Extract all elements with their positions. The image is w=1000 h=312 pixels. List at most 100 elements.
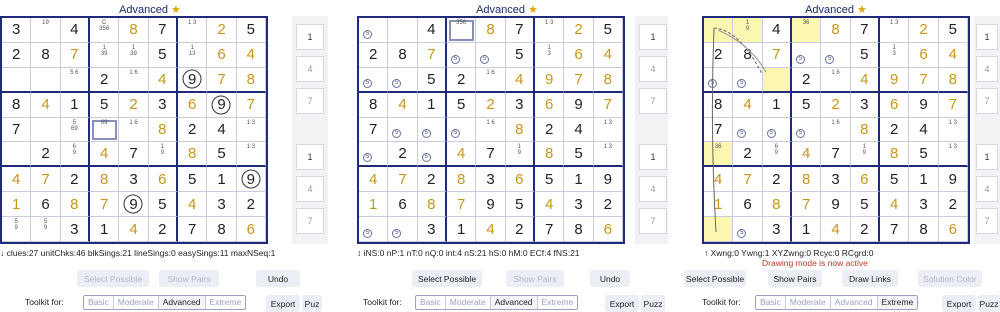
cell-r2c9[interactable]: 4 xyxy=(938,42,968,68)
cell-r9c5[interactable]: 4 xyxy=(821,217,851,242)
cell-r2c7[interactable]: 1 3 xyxy=(535,42,565,68)
keypad-1b[interactable]: 1 xyxy=(296,144,324,170)
cell-r8c8[interactable]: 3 xyxy=(564,192,594,218)
cell-r9c9[interactable]: 6 xyxy=(236,217,266,242)
cell-r1c2[interactable]: 1 9 xyxy=(733,18,763,43)
cell-r3c9[interactable]: 8 xyxy=(593,67,623,93)
cell-r5c1[interactable]: 7 xyxy=(2,117,32,143)
cell-r1c3[interactable]: 4 xyxy=(60,18,90,43)
cell-r9c5[interactable]: 4 xyxy=(119,217,149,242)
cell-r6c9[interactable]: 1 3 xyxy=(236,142,266,168)
cell-r9c3[interactable]: 3 xyxy=(417,217,447,242)
cell-r4c5[interactable]: 2 xyxy=(821,92,851,118)
cell-r2c1[interactable]: 2 xyxy=(359,42,389,68)
cell-r1c3[interactable]: 4 xyxy=(417,18,447,43)
puzzle-button[interactable]: Puzz xyxy=(641,295,665,312)
cell-r7c4[interactable]: 8 xyxy=(90,167,120,193)
cell-r1c4[interactable]: 356 xyxy=(447,18,477,43)
cell-r3c1[interactable]: 5 xyxy=(704,67,734,93)
keypad-7b[interactable]: 7 xyxy=(639,208,667,234)
cell-r8c4[interactable]: 7 xyxy=(792,192,822,218)
cell-r3c9[interactable]: 8 xyxy=(236,67,266,93)
cell-r7c9[interactable]: 9 xyxy=(236,167,266,193)
cell-r8c9[interactable]: 2 xyxy=(938,192,968,218)
cell-r4c1[interactable]: 8 xyxy=(2,92,32,118)
cell-r2c3[interactable]: 7 xyxy=(417,42,447,68)
cell-r5c8[interactable]: 4 xyxy=(564,117,594,143)
keypad-1b[interactable]: 1 xyxy=(976,144,998,170)
cell-r3c5[interactable]: 1 6 xyxy=(821,67,851,93)
cell-r9c1[interactable] xyxy=(704,217,734,242)
show-pairs-button[interactable]: Show Pairs xyxy=(506,270,564,287)
cell-r1c2[interactable] xyxy=(388,18,418,43)
cell-r2c4[interactable]: 5 xyxy=(792,42,822,68)
cell-r3c6[interactable]: 4 xyxy=(505,67,535,93)
cell-r2c7[interactable]: 1 13 xyxy=(178,42,208,68)
cell-r4c8[interactable]: 9 xyxy=(207,92,237,118)
level-basic[interactable]: Basic xyxy=(756,296,786,309)
solution-color-button[interactable]: Solution Color xyxy=(918,270,982,287)
cell-r9c2[interactable]: 5 xyxy=(733,217,763,242)
cell-r9c7[interactable]: 7 xyxy=(178,217,208,242)
keypad-7[interactable]: 7 xyxy=(296,88,324,114)
cell-r1c3[interactable]: 4 xyxy=(762,18,792,43)
cell-r8c8[interactable]: 3 xyxy=(207,192,237,218)
cell-r5c5[interactable]: 1 6 xyxy=(821,117,851,143)
show-pairs-button[interactable]: Show Pairs xyxy=(159,270,219,287)
cell-r4c7[interactable]: 6 xyxy=(535,92,565,118)
cell-r1c4[interactable]: 36 xyxy=(792,18,822,43)
cell-r5c2[interactable] xyxy=(31,117,61,143)
cell-r2c1[interactable]: 2 xyxy=(2,42,32,68)
cell-r2c5[interactable]: 5 xyxy=(476,42,506,68)
cell-r2c6[interactable]: 5 xyxy=(505,42,535,68)
keypad-4b[interactable]: 4 xyxy=(639,176,667,202)
toolkit-level-selector[interactable]: Basic Moderate Advanced Extreme xyxy=(415,295,579,310)
cell-r1c9[interactable]: 5 xyxy=(236,18,266,43)
level-extreme[interactable]: Extreme xyxy=(538,296,578,309)
cell-r3c7[interactable]: 9 xyxy=(535,67,565,93)
cell-r7c6[interactable]: 6 xyxy=(148,167,178,193)
cell-r2c3[interactable]: 7 xyxy=(762,42,792,68)
keypad-4b[interactable]: 4 xyxy=(296,176,324,202)
cell-r1c1[interactable]: 3 xyxy=(2,18,32,43)
cell-r3c7[interactable]: 9 xyxy=(880,67,910,93)
level-advanced[interactable]: Advanced xyxy=(490,296,538,309)
cell-r7c7[interactable]: 5 xyxy=(880,167,910,193)
cell-r7c1[interactable]: 4 xyxy=(359,167,389,193)
cell-r8c4[interactable]: 7 xyxy=(90,192,120,218)
keypad-4b[interactable]: 4 xyxy=(976,176,998,202)
keypad-1[interactable]: 1 xyxy=(976,24,998,50)
puzzle-button[interactable]: Puz xyxy=(302,295,322,312)
cell-r9c8[interactable]: 8 xyxy=(909,217,939,242)
cell-r5c5[interactable]: 1 6 xyxy=(476,117,506,143)
cell-r8c1[interactable]: 1 xyxy=(2,192,32,218)
cell-r8c4[interactable]: 7 xyxy=(447,192,477,218)
cell-r5c2[interactable]: 5 xyxy=(733,117,763,143)
cell-r5c7[interactable]: 2 xyxy=(178,117,208,143)
cell-r4c7[interactable]: 6 xyxy=(178,92,208,118)
select-possible-button[interactable]: Select Possible xyxy=(684,270,746,287)
cell-r8c5[interactable]: 9 xyxy=(119,192,149,218)
cell-r6c3[interactable]: 6 9 xyxy=(60,142,90,168)
cell-r4c4[interactable]: 5 xyxy=(792,92,822,118)
cell-r5c9[interactable]: 1 3 xyxy=(938,117,968,143)
cell-r7c4[interactable]: 8 xyxy=(792,167,822,193)
cell-r1c6[interactable]: 7 xyxy=(850,18,880,43)
cell-r7c4[interactable]: 8 xyxy=(447,167,477,193)
cell-r4c1[interactable]: 8 xyxy=(704,92,734,118)
cell-r8c2[interactable]: 6 xyxy=(733,192,763,218)
cell-r2c3[interactable]: 7 xyxy=(60,42,90,68)
export-button[interactable]: Export xyxy=(942,295,976,312)
cell-r6c2[interactable]: 2 xyxy=(733,142,763,168)
cell-r4c2[interactable]: 4 xyxy=(388,92,418,118)
cell-r7c3[interactable]: 2 xyxy=(60,167,90,193)
cell-r6c5[interactable]: 7 xyxy=(476,142,506,168)
select-possible-button[interactable]: Select Possible xyxy=(412,270,482,287)
cell-r5c5[interactable]: 1 6 xyxy=(119,117,149,143)
cell-r1c8[interactable]: 2 xyxy=(564,18,594,43)
cell-r3c2[interactable]: 5 xyxy=(388,67,418,93)
cell-r4c6[interactable]: 3 xyxy=(850,92,880,118)
keypad-7b[interactable]: 7 xyxy=(296,208,324,234)
cell-r8c6[interactable]: 5 xyxy=(148,192,178,218)
cell-r9c6[interactable]: 2 xyxy=(148,217,178,242)
